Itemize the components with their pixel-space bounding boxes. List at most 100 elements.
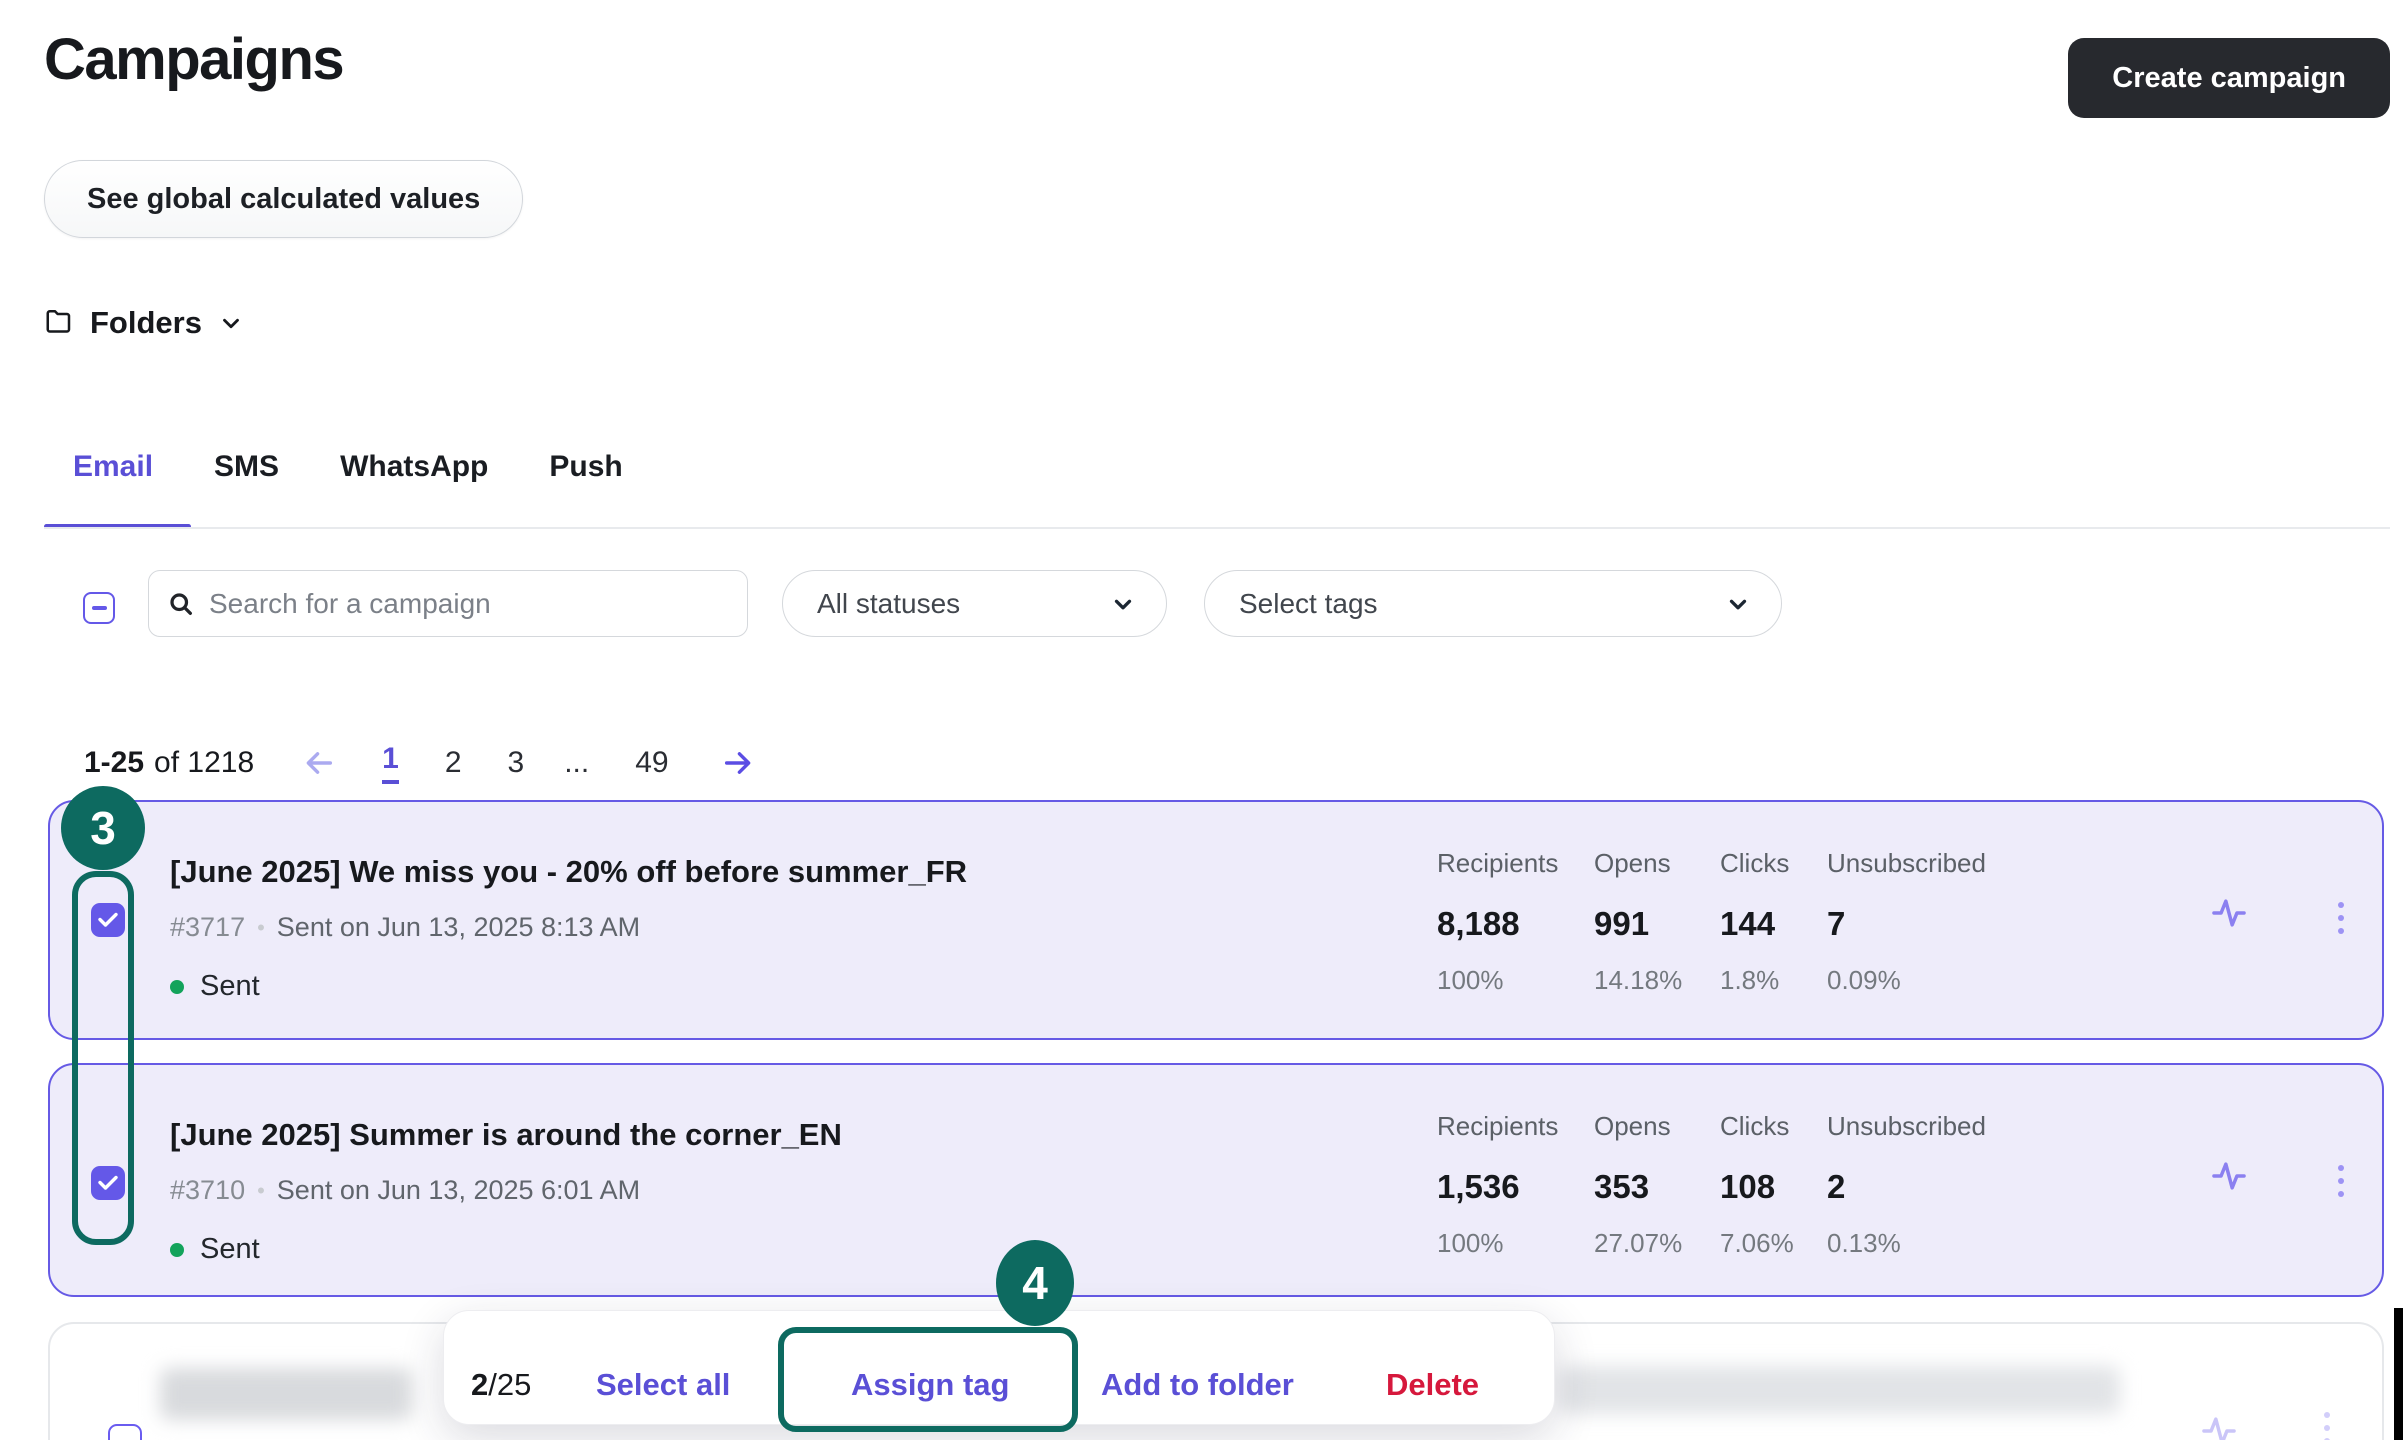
status-label: Sent xyxy=(200,1233,260,1266)
row-more-options-icon[interactable] xyxy=(2334,898,2348,938)
stat-unsubscribed: Unsubscribed 7 0.09% xyxy=(1827,848,1986,996)
campaign-sent-info: Sent on Jun 13, 2025 6:01 AM xyxy=(277,1175,640,1206)
row-more-options-icon[interactable] xyxy=(2334,1161,2348,1201)
status-filter-select[interactable]: All statuses xyxy=(782,570,1167,637)
search-input[interactable] xyxy=(209,588,729,620)
status-label: Sent xyxy=(200,970,260,1003)
stat-value: 991 xyxy=(1594,905,1682,943)
stat-value: 353 xyxy=(1594,1168,1682,1206)
select-all-checkbox[interactable] xyxy=(83,592,115,624)
chevron-down-icon xyxy=(218,310,244,336)
stat-clicks: Clicks 108 7.06% xyxy=(1720,1111,1794,1259)
stat-value: 7 xyxy=(1827,905,1986,943)
status-dot-icon xyxy=(170,980,184,994)
dot-separator: • xyxy=(257,1178,265,1204)
tab-whatsapp[interactable]: WhatsApp xyxy=(340,450,488,484)
delete-button[interactable]: Delete xyxy=(1386,1367,1479,1403)
global-calculated-values-button[interactable]: See global calculated values xyxy=(44,160,523,238)
stat-header: Opens xyxy=(1594,1111,1682,1142)
stat-percent: 1.8% xyxy=(1720,965,1789,996)
blurred-campaign-stats xyxy=(1560,1366,2120,1414)
stat-header: Clicks xyxy=(1720,848,1789,879)
selected-count-total: /25 xyxy=(488,1367,531,1402)
campaign-id: #3717 xyxy=(170,912,245,943)
campaign-title[interactable]: [June 2025] We miss you - 20% off before… xyxy=(170,854,967,890)
indeterminate-minus-icon xyxy=(92,606,107,610)
campaign-title[interactable]: [June 2025] Summer is around the corner_… xyxy=(170,1117,842,1153)
create-campaign-button[interactable]: Create campaign xyxy=(2068,38,2390,118)
campaign-id: #3710 xyxy=(170,1175,245,1206)
stat-header: Opens xyxy=(1594,848,1682,879)
stat-recipients: Recipients 8,188 100% xyxy=(1437,848,1558,996)
campaign-report-activity-icon[interactable] xyxy=(2200,1412,2238,1440)
page-1[interactable]: 1 xyxy=(382,742,399,784)
channel-tabs: Email SMS WhatsApp Push xyxy=(73,450,623,484)
chevron-down-icon xyxy=(1725,591,1751,617)
search-icon xyxy=(167,590,195,618)
folder-icon xyxy=(44,308,74,338)
select-all-button[interactable]: Select all xyxy=(596,1367,730,1403)
row-checkbox-unchecked[interactable] xyxy=(108,1424,142,1440)
add-to-folder-button[interactable]: Add to folder xyxy=(1101,1367,1294,1403)
stat-header: Recipients xyxy=(1437,848,1558,879)
tab-sms[interactable]: SMS xyxy=(214,450,279,484)
stat-header: Unsubscribed xyxy=(1827,1111,1986,1142)
campaign-meta: #3717 • Sent on Jun 13, 2025 8:13 AM xyxy=(170,912,640,943)
tab-push[interactable]: Push xyxy=(549,450,622,484)
stat-header: Unsubscribed xyxy=(1827,848,1986,879)
campaign-status: Sent xyxy=(170,1233,260,1266)
stat-percent: 100% xyxy=(1437,965,1558,996)
row-more-options-icon[interactable] xyxy=(2324,1412,2330,1440)
campaign-report-activity-icon[interactable] xyxy=(2210,894,2248,932)
stat-header: Clicks xyxy=(1720,1111,1794,1142)
stat-percent: 0.09% xyxy=(1827,965,1986,996)
tags-filter-select[interactable]: Select tags xyxy=(1204,570,1782,637)
previous-page-arrow-icon[interactable] xyxy=(302,746,336,780)
stat-percent: 27.07% xyxy=(1594,1228,1682,1259)
status-filter-value: All statuses xyxy=(817,588,960,620)
page-title: Campaigns xyxy=(44,26,343,93)
status-dot-icon xyxy=(170,1243,184,1257)
page-3[interactable]: 3 xyxy=(508,746,525,780)
campaign-report-activity-icon[interactable] xyxy=(2210,1157,2248,1195)
dot-separator: • xyxy=(257,915,265,941)
stat-clicks: Clicks 144 1.8% xyxy=(1720,848,1789,996)
stat-value: 2 xyxy=(1827,1168,1986,1206)
page-49[interactable]: 49 xyxy=(635,746,668,780)
stat-recipients: Recipients 1,536 100% xyxy=(1437,1111,1558,1259)
campaign-status: Sent xyxy=(170,970,260,1003)
annotation-highlight-checkboxes xyxy=(72,871,134,1245)
pagination: 1-25 of 1218 1 2 3 ... 49 xyxy=(84,742,755,784)
campaigns-page: Campaigns Create campaign See global cal… xyxy=(0,0,2406,1440)
pagination-total: of 1218 xyxy=(154,746,254,780)
stat-opens: Opens 353 27.07% xyxy=(1594,1111,1682,1259)
chevron-down-icon xyxy=(1110,591,1136,617)
stat-value: 1,536 xyxy=(1437,1168,1558,1206)
tab-email[interactable]: Email xyxy=(73,450,153,484)
campaign-row[interactable]: [June 2025] Summer is around the corner_… xyxy=(48,1063,2384,1297)
annotation-step-3-badge: 3 xyxy=(61,786,145,870)
stat-value: 144 xyxy=(1720,905,1789,943)
stat-percent: 14.18% xyxy=(1594,965,1682,996)
folders-label: Folders xyxy=(90,305,202,341)
stat-percent: 0.13% xyxy=(1827,1228,1986,1259)
folders-toggle[interactable]: Folders xyxy=(44,305,244,341)
campaign-search-box xyxy=(148,570,748,637)
selected-count-number: 2 xyxy=(471,1367,488,1402)
pagination-ellipsis: ... xyxy=(564,746,589,780)
tags-filter-value: Select tags xyxy=(1239,588,1378,620)
annotation-step-4-badge: 4 xyxy=(996,1240,1074,1326)
stat-value: 8,188 xyxy=(1437,905,1558,943)
page-2[interactable]: 2 xyxy=(445,746,462,780)
campaign-row[interactable]: [June 2025] We miss you - 20% off before… xyxy=(48,800,2384,1040)
selected-count: 2/25 xyxy=(471,1367,531,1403)
next-page-arrow-icon[interactable] xyxy=(721,746,755,780)
vertical-scrollbar[interactable] xyxy=(2394,1308,2403,1440)
blurred-campaign-title xyxy=(160,1368,412,1420)
stat-percent: 7.06% xyxy=(1720,1228,1794,1259)
stat-header: Recipients xyxy=(1437,1111,1558,1142)
campaign-sent-info: Sent on Jun 13, 2025 8:13 AM xyxy=(277,912,640,943)
annotation-highlight-assign-tag xyxy=(778,1327,1078,1432)
stat-value: 108 xyxy=(1720,1168,1794,1206)
stat-opens: Opens 991 14.18% xyxy=(1594,848,1682,996)
